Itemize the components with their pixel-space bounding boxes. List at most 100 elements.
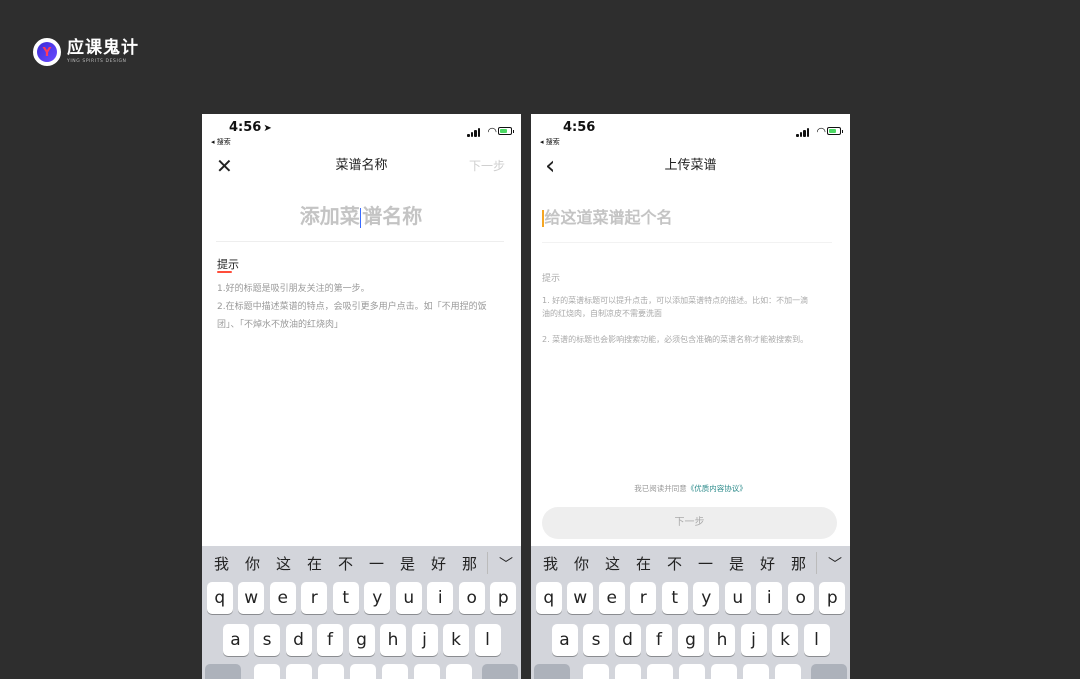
key-f[interactable]: f	[317, 624, 343, 656]
recipe-name-input[interactable]: 添加菜 谱名称	[216, 198, 506, 234]
candidate-word[interactable]: 是	[721, 553, 752, 574]
key-j[interactable]: j	[740, 624, 767, 656]
keyboard-row-2: a s d f g h j k l	[531, 624, 850, 656]
key-c[interactable]	[318, 664, 344, 679]
key-r[interactable]: r	[630, 582, 657, 614]
key-g[interactable]: g	[677, 624, 704, 656]
next-step-button[interactable]: 下一步	[542, 507, 837, 539]
key-q[interactable]: q	[535, 582, 562, 614]
key-r[interactable]: r	[301, 582, 328, 614]
key-u[interactable]: u	[395, 582, 422, 614]
key-i[interactable]: i	[427, 582, 454, 614]
candidate-word[interactable]: 不	[330, 553, 361, 574]
key-e[interactable]: e	[269, 582, 296, 614]
candidate-bar: 我 你 这 在 不 一 是 好 那 ﹀	[531, 546, 850, 580]
key-k[interactable]: k	[443, 624, 469, 656]
candidate-word[interactable]: 好	[423, 553, 454, 574]
candidate-word[interactable]: 一	[690, 553, 721, 574]
key-d[interactable]: d	[285, 624, 312, 656]
key-b[interactable]	[711, 664, 737, 679]
key-y[interactable]: y	[693, 582, 720, 614]
key-j[interactable]: j	[411, 624, 438, 656]
key-p[interactable]: p	[490, 582, 517, 614]
key-a[interactable]: a	[551, 624, 578, 656]
key-z[interactable]	[254, 664, 280, 679]
candidate-word[interactable]: 一	[361, 553, 392, 574]
divider	[216, 241, 504, 242]
keyboard-row-1: q w e r t y u i o p	[202, 582, 521, 614]
candidate-word[interactable]: 你	[566, 553, 597, 574]
key-l[interactable]: l	[474, 624, 501, 656]
recipe-name-input[interactable]: 给这道菜谱起个名	[542, 204, 832, 232]
candidate-word[interactable]: 那	[783, 553, 814, 574]
key-z[interactable]	[583, 664, 609, 679]
text-caret	[542, 210, 544, 227]
back-to-app-link[interactable]: ◂ 搜索	[540, 137, 560, 147]
next-step-button[interactable]: 下一步	[469, 152, 505, 180]
keyboard-row-3	[531, 664, 850, 679]
tip-title-underline	[217, 271, 232, 273]
candidate-word[interactable]: 那	[454, 553, 485, 574]
key-y[interactable]: y	[364, 582, 391, 614]
key-t[interactable]: t	[332, 582, 359, 614]
shift-key[interactable]	[205, 664, 241, 679]
delete-key[interactable]	[811, 664, 847, 679]
key-s[interactable]: s	[254, 624, 280, 656]
candidate-word[interactable]: 在	[628, 553, 659, 574]
key-s[interactable]: s	[583, 624, 609, 656]
shift-key[interactable]	[534, 664, 570, 679]
status-bar: 4:56 ➤ ◂ 搜索 ◠	[202, 114, 521, 150]
key-m[interactable]	[775, 664, 801, 679]
candidate-word[interactable]: 在	[299, 553, 330, 574]
brand-name: 应课鬼计	[67, 37, 139, 58]
signal-icon	[796, 128, 810, 137]
candidate-word[interactable]: 好	[752, 553, 783, 574]
key-t[interactable]: t	[661, 582, 688, 614]
candidate-word[interactable]: 你	[237, 553, 268, 574]
recipe-name-placeholder: 给这道菜谱起个名	[544, 208, 673, 227]
key-a[interactable]: a	[222, 624, 249, 656]
key-w[interactable]: w	[238, 582, 265, 614]
key-v[interactable]	[679, 664, 705, 679]
key-w[interactable]: w	[567, 582, 594, 614]
candidate-separator	[487, 552, 488, 574]
key-u[interactable]: u	[724, 582, 751, 614]
key-l[interactable]: l	[803, 624, 830, 656]
key-g[interactable]: g	[348, 624, 375, 656]
key-f[interactable]: f	[646, 624, 672, 656]
brand-logo-icon: Y	[33, 38, 61, 66]
tip-title: 提示	[217, 258, 239, 271]
key-o[interactable]: o	[787, 582, 814, 614]
key-b[interactable]	[382, 664, 408, 679]
key-c[interactable]	[647, 664, 673, 679]
candidate-word[interactable]: 这	[268, 553, 299, 574]
candidate-word[interactable]: 我	[535, 553, 566, 574]
key-x[interactable]	[286, 664, 312, 679]
key-k[interactable]: k	[772, 624, 798, 656]
key-e[interactable]: e	[598, 582, 625, 614]
candidate-word[interactable]: 不	[659, 553, 690, 574]
key-h[interactable]: h	[380, 624, 406, 656]
key-v[interactable]	[350, 664, 376, 679]
brand-logo-group: Y 应课鬼计 YING SPIRITS DESIGN	[33, 38, 139, 66]
key-n[interactable]	[414, 664, 440, 679]
key-h[interactable]: h	[709, 624, 735, 656]
key-d[interactable]: d	[614, 624, 641, 656]
delete-key[interactable]	[482, 664, 518, 679]
key-o[interactable]: o	[458, 582, 485, 614]
candidate-word[interactable]: 这	[597, 553, 628, 574]
key-m[interactable]	[446, 664, 472, 679]
key-p[interactable]: p	[819, 582, 846, 614]
chevron-down-icon[interactable]: ﹀	[828, 554, 842, 574]
back-to-app-link[interactable]: ◂ 搜索	[211, 137, 231, 147]
agreement-text: 我已阅读并同意《优质内容协议》	[531, 483, 850, 494]
key-q[interactable]: q	[206, 582, 233, 614]
chevron-down-icon[interactable]: ﹀	[499, 554, 513, 574]
key-x[interactable]	[615, 664, 641, 679]
content-agreement-link[interactable]: 《优质内容协议》	[687, 484, 747, 493]
key-n[interactable]	[743, 664, 769, 679]
recipe-name-placeholder-part2: 谱名称	[362, 204, 423, 228]
candidate-word[interactable]: 我	[206, 553, 237, 574]
key-i[interactable]: i	[756, 582, 783, 614]
candidate-word[interactable]: 是	[392, 553, 423, 574]
